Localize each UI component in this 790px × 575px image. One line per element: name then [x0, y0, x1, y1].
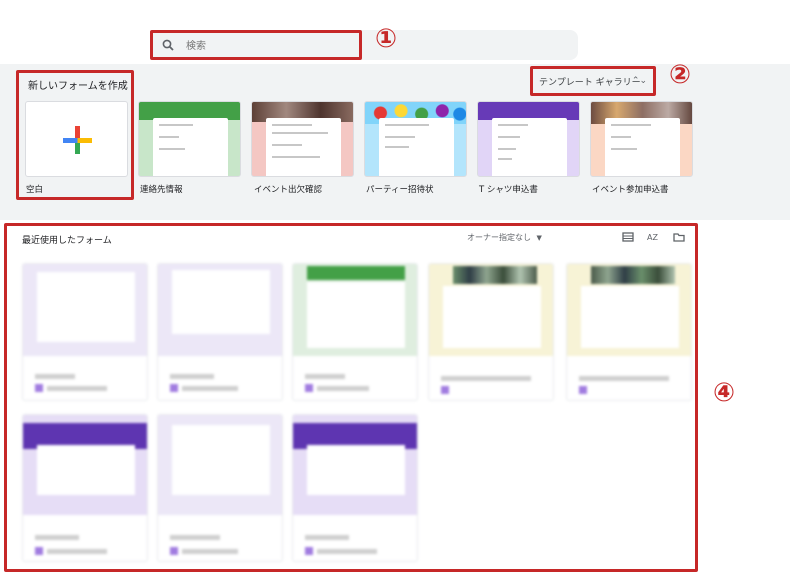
- search-highlight-box: [150, 30, 362, 60]
- template-label-event-registration: イベント参加申込書: [592, 185, 669, 195]
- template-label-contact: 連絡先情報: [140, 185, 183, 195]
- template-gallery-button[interactable]: テンプレート ギャラリー ⌃⌄: [530, 66, 656, 96]
- template-card-party-invite[interactable]: [364, 101, 467, 177]
- blank-highlight-box: [16, 70, 134, 200]
- template-card-event-rsvp[interactable]: [251, 101, 354, 177]
- template-gallery-label: テンプレート ギャラリー: [539, 78, 641, 88]
- unfold-more-icon: ⌃⌄: [631, 76, 647, 86]
- template-label-event-rsvp: イベント出欠確認: [254, 185, 323, 195]
- template-card-event-registration[interactable]: [590, 101, 693, 177]
- callout-1: ①: [374, 24, 397, 54]
- template-label-party-invite: パーティー招待状: [366, 185, 434, 195]
- template-card-contact[interactable]: [138, 101, 241, 177]
- callout-2: ②: [668, 60, 691, 90]
- template-label-tshirt-order: T シャツ申込書: [479, 185, 538, 195]
- callout-4: ④: [712, 378, 735, 408]
- template-card-tshirt-order[interactable]: [477, 101, 580, 177]
- recent-forms-highlight-box: [4, 223, 698, 572]
